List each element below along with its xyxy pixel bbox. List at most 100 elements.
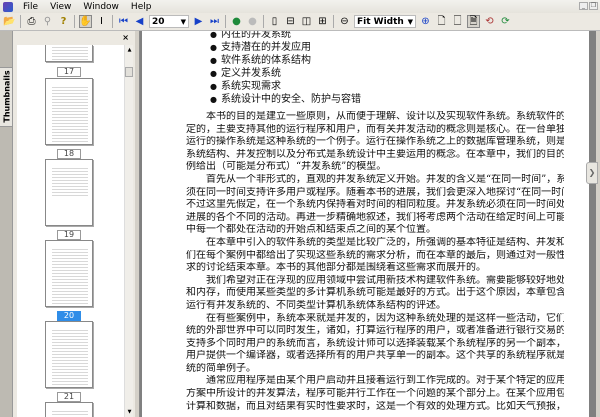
menu-help[interactable]: Help [125,2,158,12]
text-line: 通常应用程序是由某个用户启动并且接着运行到工作完成的。对于某个特定的应用，通过解… [206,375,564,387]
thumbnail-page-19[interactable] [45,159,93,226]
thumbnails-panel: × 17 18 19 20 21 ▲ ▼ [13,31,135,417]
thumbnail-page-20[interactable] [45,240,93,307]
thumbnail-label[interactable]: 17 [57,67,81,77]
app-logo-icon [3,1,13,12]
zoom-value: Fit Width [357,16,404,27]
fit-width-icon[interactable]: 🗎 [467,15,480,28]
text-line: 方案中所设计的并发算法，程序可能并行工作在一个问题的某个部分上。在某个应用包含了… [186,388,564,400]
bullet-item: 内在的并发系统 [210,31,291,41]
text-line: 不过这里先假定，在一个系统内保持着对时间的相同粒度。并发系统必须在同一时间处理正… [186,199,564,211]
menu-file[interactable]: File [17,2,44,12]
bullet-item: 软件系统的体系结构 [210,55,311,67]
first-page-icon[interactable]: ⏮ [117,15,130,28]
text-select-icon[interactable]: I [95,15,108,28]
text-line: 运行的操作系统是这种系统的一个例子。运行在操作系统之上的数据库管理系统，则是另一… [186,136,564,148]
text-line: 中每一个都处在活动的开始点和结束点之间的某个位置。 [186,224,436,236]
text-line: 和内存，而使用某些类型的多计算机系统可能是最好的方式。出于这个原因，本章包含了一… [186,287,564,299]
text-line: 运行有并发系统的、不同类型计算机系统体系结构的评述。 [186,299,446,311]
document-page: 内在的并发系统支持潜在的并发应用软件系统的体系结构定义并发系统系统实现需求系统设… [142,31,589,417]
text-line: 例给出（可能是分布式）“并发系统”的模型。 [186,161,387,173]
menu-window[interactable]: Window [77,2,125,12]
rotate-left-icon[interactable]: ⟲ [483,15,496,28]
separator [20,15,21,28]
thumbnail-page-22[interactable] [45,402,93,417]
body-text: 本书的目的是建立一些原则，从而便于理解、设计以及实现软件系统。系统软件的运行是不… [186,111,564,413]
text-line: 求的讨论结束本章。本书的其他部分都是围绕着这些需求而展开的。 [186,262,486,274]
text-line: 进展的各个不同的活动。再进一步精确地叙述，我们将考虑两个活动在给定时间上可能的并… [186,211,564,223]
text-line: 支持多个同时用户的系统而言，系统设计师可以选择装载某个系统程序的另一个副本，诸如… [186,337,564,349]
last-page-icon[interactable]: ⏭ [208,15,221,28]
text-line: 统的简单例子。 [186,362,256,374]
restore-button[interactable]: ❐ [589,2,598,10]
text-line: 须在同一时间支持许多用户或程序。随着本书的进展，我们会更深入地探讨“在同一时间”… [186,186,564,198]
bullet-item: 系统设计中的安全、防护与容错 [210,94,361,106]
next-page-icon[interactable]: ▶ [192,15,205,28]
zoom-out-icon[interactable]: ⊖ [338,15,351,28]
fit-page-icon[interactable]: 🗌 [451,15,464,28]
menu-bar: File View Window Help _ ❐ [0,0,600,13]
text-line: 在本章中引入的软件系统的类型是比较广泛的，所强调的基本特征是结构、并发和分布式。… [206,236,564,248]
thumbnail-page-17[interactable] [45,45,93,62]
separator [263,15,264,28]
page-number-input[interactable]: 20 ▼ [149,15,189,28]
thumbnail-scrollbar[interactable]: ▲ ▼ [124,45,133,417]
thumbnail-page-18[interactable] [45,78,93,145]
text-line: 我们希望对正在浮现的应用领域中尝试用新技术构建软件系统。需要能够较好地处理运算能… [206,274,564,286]
separator [74,15,75,28]
text-line: 统的外部世界中可以同时发生，诸如，打算运行程序的用户，或者准备进行银行交易的客户… [186,325,564,337]
rotate-right-icon[interactable]: ⟳ [499,15,512,28]
text-line: 首先从一个非形式的，直观的并发系统定义开始。并发的含义是“在同一时间”，系统软件… [206,173,564,185]
continuous-page-icon[interactable]: ⊟ [284,15,297,28]
separator [112,15,113,28]
toolbar: 📂 ⎙ ⚲ ? ✋ I ⏮ ◀ 20 ▼ ▶ ⏭ ● ● ▯ ⊟ ◫ ⊞ ⊖ Fi… [0,13,600,31]
bullet-item: 支持潜在的并发应用 [210,42,311,54]
scroll-down-icon[interactable]: ▼ [125,409,134,415]
text-line: 在有些案例中，系统本来就是并发的，因为这种系统处理的是这样一些活动，它们在计算机… [206,312,564,324]
scroll-up-icon[interactable]: ▲ [125,47,134,53]
tab-thumbnails[interactable]: Thumbnails [0,67,13,127]
sidebar-tab-strip: Thumbnails [0,31,13,417]
thumbnail-page-21[interactable] [45,321,93,388]
side-panel-toggle[interactable]: ❯ [586,162,598,184]
separator [225,15,226,28]
help-icon[interactable]: ? [57,15,70,28]
scrollbar-thumb[interactable] [125,67,133,77]
single-page-icon[interactable]: ▯ [268,15,281,28]
text-line: 用户提供一个编译器，或者选择所有的用户共享单一的副本。这个共享的系统程序就是一个… [186,350,564,362]
find-icon[interactable]: ⚲ [41,15,54,28]
page-number-value: 20 [152,16,165,27]
hand-tool-icon[interactable]: ✋ [79,15,92,28]
open-folder-icon[interactable]: 📂 [3,15,16,28]
forward-icon[interactable]: ● [246,15,259,28]
zoom-select[interactable]: Fit Width ▼ [354,15,416,28]
close-icon[interactable]: × [122,33,129,42]
text-line: 计算和数据，而且对结果有实时性要求时，这是一个有效的处理方式。比如天气预报，这类… [186,400,564,412]
print-icon[interactable]: ⎙ [25,15,38,28]
thumbnail-label[interactable]: 19 [57,230,81,240]
facing-pages-icon[interactable]: ◫ [300,15,313,28]
bullet-item: 系统实现需求 [210,81,281,93]
chevron-down-icon[interactable]: ▼ [181,18,186,26]
thumbnail-list: 17 18 19 20 21 [17,45,124,417]
previous-page-icon[interactable]: ◀ [133,15,146,28]
continuous-facing-icon[interactable]: ⊞ [316,15,329,28]
back-icon[interactable]: ● [230,15,243,28]
actual-size-icon[interactable]: 🗋 [435,15,448,28]
window-edge [596,31,600,417]
document-view: 内在的并发系统支持潜在的并发应用软件系统的体系结构定义并发系统系统实现需求系统设… [140,31,596,417]
text-line: 系统结构、并发控制以及分布式是系统设计中主要运用的概念。在本章中，我们的目的在于… [186,148,564,160]
thumbnail-label[interactable]: 21 [57,392,81,402]
text-line: 本书的目的是建立一些原则，从而便于理解、设计以及实现软件系统。系统软件的运行是不… [206,111,564,122]
separator [333,15,334,28]
thumbnail-label-selected[interactable]: 20 [57,311,81,321]
chevron-down-icon[interactable]: ▼ [408,18,413,26]
zoom-in-icon[interactable]: ⊕ [419,15,432,28]
tab-thumbnails-label: Thumbnails [2,70,12,123]
text-line: 们在每个案例中都给出了实现这些系统的需求分析，而在本章的最后，则通过对一般性并发… [186,249,564,261]
minimize-button[interactable]: _ [579,2,588,10]
bullet-item: 定义并发系统 [210,68,281,80]
menu-view[interactable]: View [44,2,77,12]
text-line: 定的，主要支持其他的运行程序和用户，而有关并发活动的概念则是核心。在一台单独的计… [186,123,564,135]
thumbnail-label[interactable]: 18 [57,149,81,159]
